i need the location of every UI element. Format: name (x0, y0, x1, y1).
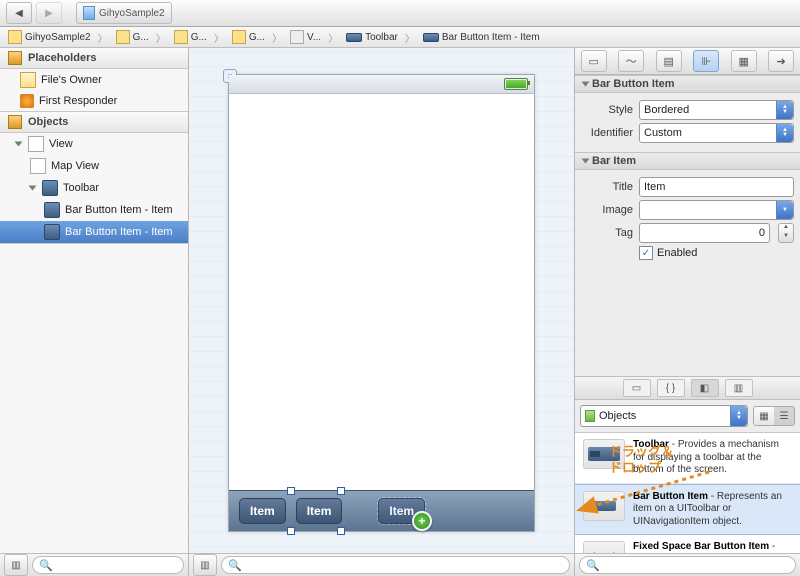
view-icon (28, 136, 44, 152)
placeholders-header[interactable]: Placeholders (0, 48, 188, 69)
outline-toggle-button[interactable]: ▥ (4, 554, 28, 576)
section-barbuttonitem[interactable]: Bar Button Item (575, 75, 800, 93)
outline-search[interactable]: 🔍 (32, 556, 184, 574)
identifier-label: Identifier (581, 127, 633, 139)
image-label: Image (581, 204, 633, 216)
libtab-file[interactable]: ▭ (623, 379, 651, 397)
libtab-objects[interactable]: ◧ (691, 379, 719, 397)
file-icon (20, 72, 36, 88)
identifier-combo[interactable]: Custom▲▼ (639, 123, 794, 143)
objects-header[interactable]: Objects (0, 112, 188, 133)
slider-icon: ⊪ (701, 55, 711, 68)
tag-label: Tag (581, 227, 633, 239)
tree-view[interactable]: View (0, 133, 188, 155)
responder-icon (20, 94, 34, 108)
outline-statusbar: ▥ 🔍 (0, 553, 188, 576)
image-combo[interactable]: ▼ (639, 200, 794, 220)
search-icon: 🔍 (39, 559, 53, 572)
tab-identity[interactable]: ▤ (656, 50, 682, 72)
check-icon: ✓ (639, 246, 653, 260)
library-filter-bar: Objects▲▼ ▦☰ (575, 400, 800, 433)
barbutton-icon (44, 224, 60, 240)
tree-barbutton-2[interactable]: Bar Button Item - Item (0, 221, 188, 243)
forward-button[interactable]: ▶ (36, 2, 62, 24)
tag-field[interactable]: 0 (639, 223, 770, 243)
device-statusbar (229, 75, 534, 94)
search-icon: 🔍 (228, 559, 242, 572)
title-label: Title (581, 181, 633, 193)
canvas-search[interactable]: 🔍 (221, 556, 570, 574)
library-search[interactable]: 🔍 (579, 556, 796, 574)
bar-button-1[interactable]: Item (239, 498, 286, 524)
barbutton-icon (44, 202, 60, 218)
title-field[interactable]: Item (639, 177, 794, 197)
libtab-media[interactable]: ▥ (725, 379, 753, 397)
placeholder-first-responder[interactable]: First Responder (0, 91, 188, 111)
combo-arrow-icon: ▼ (776, 201, 793, 219)
crumb-1[interactable]: G...〉 (112, 30, 170, 45)
tab-connections[interactable]: ➔ (768, 50, 794, 72)
enabled-checkbox[interactable]: ✓Enabled (639, 246, 794, 260)
device-body (229, 93, 534, 491)
tab-file[interactable]: ▭ (581, 50, 607, 72)
bar-button-dragging[interactable]: Item + (378, 498, 425, 524)
breadcrumb: GihyoSample2〉 G...〉 G...〉 G...〉 V...〉 To… (0, 27, 800, 48)
tab-quickhelp[interactable]: 〜 (618, 50, 644, 72)
battery-icon (504, 78, 528, 90)
cube-icon: ◧ (700, 383, 709, 394)
tab-size[interactable]: ▦ (731, 50, 757, 72)
canvas[interactable]: × Item Item Item + ドラッグ＆ ドロップ (189, 48, 574, 576)
library-statusbar: 🔍 (575, 553, 800, 576)
project-label: GihyoSample2 (99, 8, 165, 19)
library-view-segment[interactable]: ▦☰ (753, 406, 795, 426)
crumb-6[interactable]: Bar Button Item - Item (419, 32, 544, 43)
library-tabs: ▭ { } ◧ ▥ (575, 376, 800, 400)
crumb-0[interactable]: GihyoSample2〉 (4, 30, 112, 45)
disclosure-icon[interactable] (29, 186, 37, 191)
add-badge-icon: + (412, 511, 432, 531)
crumb-4[interactable]: V...〉 (286, 30, 342, 45)
disclosure-icon[interactable] (15, 142, 23, 147)
tree-mapview[interactable]: Map View (0, 155, 188, 177)
combo-arrows-icon: ▲▼ (776, 101, 793, 119)
inspector-tabs: ▭ 〜 ▤ ⊪ ▦ ➔ (575, 48, 800, 75)
library-filter-combo[interactable]: Objects▲▼ (580, 405, 748, 427)
search-icon: 🔍 (586, 559, 600, 572)
annotation-arrow-icon (559, 466, 719, 516)
cube-icon (8, 51, 22, 65)
libtab-snippets[interactable]: { } (657, 379, 685, 397)
tab-attributes[interactable]: ⊪ (693, 50, 719, 72)
list-view-icon[interactable]: ☰ (774, 407, 794, 425)
crumb-2[interactable]: G...〉 (170, 30, 228, 45)
back-button[interactable]: ◀ (6, 2, 32, 24)
bar-button-2[interactable]: Item (296, 498, 343, 524)
style-label: Style (581, 104, 633, 116)
placeholder-files-owner[interactable]: File's Owner (0, 69, 188, 91)
project-icon[interactable]: GihyoSample2 (76, 2, 172, 24)
combo-arrows-icon: ▲▼ (776, 124, 793, 142)
device-preview[interactable]: × Item Item Item + (228, 74, 535, 532)
style-combo[interactable]: Bordered▲▼ (639, 100, 794, 120)
device-toolbar[interactable]: Item Item Item + (229, 490, 534, 531)
cube-icon (8, 115, 22, 129)
combo-arrows-icon: ▲▼ (730, 406, 747, 426)
canvas-statusbar: ▥ 🔍 (189, 553, 574, 576)
view-icon (30, 158, 46, 174)
tag-stepper[interactable]: ▲▼ (778, 223, 794, 243)
outline-panel: Placeholders File's Owner First Responde… (0, 48, 189, 576)
section-baritem[interactable]: Bar Item (575, 152, 800, 170)
tree-barbutton-1[interactable]: Bar Button Item - Item (0, 199, 188, 221)
crumb-5[interactable]: Toolbar〉 (342, 30, 419, 45)
main-toolbar: ◀ ▶ GihyoSample2 (0, 0, 800, 27)
canvas-toggle-button[interactable]: ▥ (193, 554, 217, 576)
fixedspace-icon (583, 541, 625, 553)
toolbar-icon (42, 180, 58, 196)
grid-view-icon[interactable]: ▦ (754, 407, 774, 425)
crumb-3[interactable]: G...〉 (228, 30, 286, 45)
library-item-fixedspace[interactable]: Fixed Space Bar Button Item - Represents… (575, 535, 800, 553)
tree-toolbar[interactable]: Toolbar (0, 177, 188, 199)
